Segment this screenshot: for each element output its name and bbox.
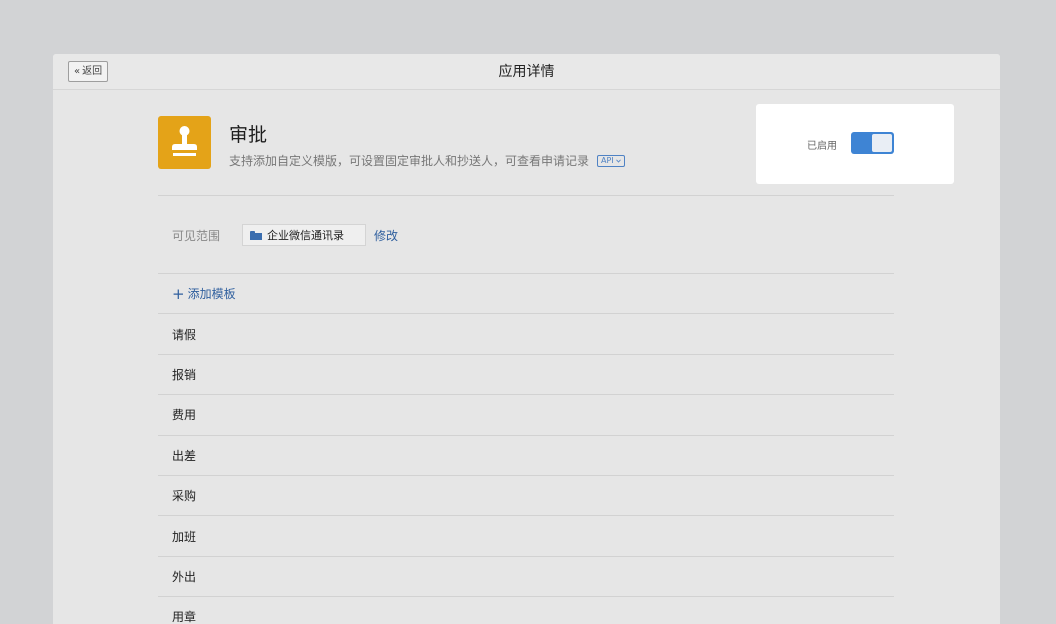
template-name: 用章 [172, 610, 197, 624]
add-template-label: 添加模板 [187, 287, 236, 302]
api-badge[interactable]: API [597, 154, 625, 167]
template-item[interactable]: 加班 [158, 515, 894, 555]
template-name: 报销 [172, 367, 197, 382]
template-name: 加班 [172, 529, 197, 544]
template-item[interactable]: 出差 [158, 434, 894, 475]
app-description-text: 支持添加自定义模版，可设置固定审批人和抄送人，可查看申请记录 [229, 154, 590, 168]
enable-card: 已启用 [756, 104, 954, 184]
chevron-down-icon [615, 159, 621, 163]
enable-toggle[interactable] [851, 132, 894, 154]
toggle-knob [872, 134, 892, 152]
app-description: 支持添加自定义模版，可设置固定审批人和抄送人，可查看申请记录 API [229, 152, 625, 169]
template-name: 出差 [172, 448, 197, 463]
plus-icon: + [172, 284, 185, 303]
template-name: 外出 [172, 569, 197, 584]
template-list: + 添加模板 请假 报销 费用 出差 采购 加班 外出 用章 [158, 273, 894, 624]
app-detail-panel: « 返回 应用详情 审批 支持添加自定义模版，可设置固定审批人和抄送人，可查看申… [53, 54, 1000, 624]
template-name: 费用 [172, 408, 197, 423]
template-item[interactable]: 费用 [158, 394, 894, 434]
app-name: 审批 [229, 124, 268, 146]
template-item[interactable]: 采购 [158, 474, 894, 515]
template-name: 采购 [172, 489, 197, 504]
template-item[interactable]: 报销 [158, 353, 894, 394]
stamp-icon [158, 116, 211, 169]
add-template-button[interactable]: + 添加模板 [158, 273, 894, 313]
template-item[interactable]: 用章 [158, 596, 894, 624]
visibility-scope-row: 可见范围 企业微信通讯录 修改 [172, 224, 398, 246]
folder-icon [250, 230, 262, 240]
scope-value: 企业微信通讯录 [267, 229, 344, 242]
page-title: 应用详情 [498, 64, 555, 80]
scope-label: 可见范围 [172, 228, 221, 243]
top-bar: « 返回 应用详情 [53, 54, 1000, 90]
api-badge-label: API [601, 155, 614, 165]
template-item[interactable]: 外出 [158, 555, 894, 596]
modify-scope-link[interactable]: 修改 [374, 227, 398, 244]
template-item[interactable]: 请假 [158, 313, 894, 353]
scope-value-box: 企业微信通讯录 [242, 224, 366, 246]
enabled-status-label: 已启用 [807, 141, 837, 152]
template-name: 请假 [172, 327, 197, 342]
